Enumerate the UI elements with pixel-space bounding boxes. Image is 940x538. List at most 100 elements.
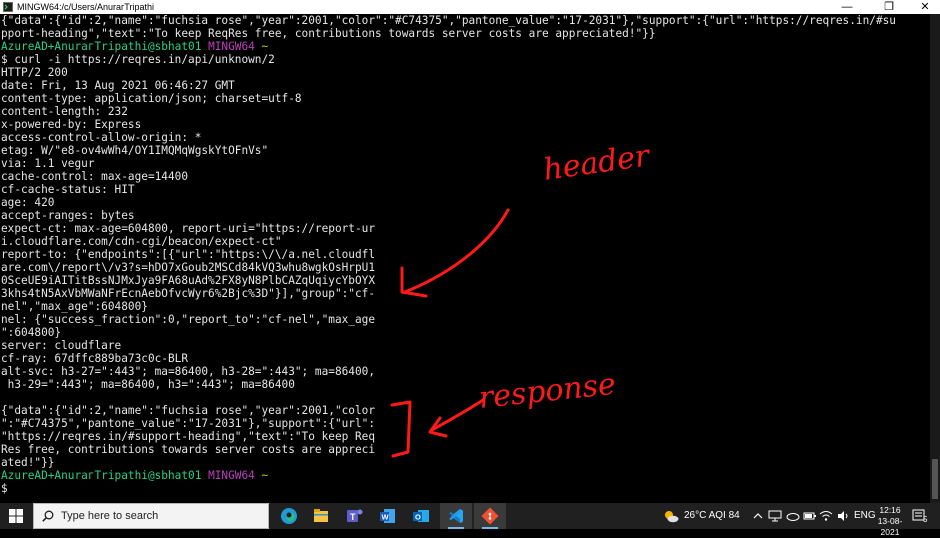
terminal-line: cf-ray: 67dffc889ba73c0c-BLR [1,352,931,365]
terminal-text: cf-ray: 67dffc889ba73c0c-BLR [1,352,189,365]
edge-taskbar-button[interactable] [273,503,305,529]
terminal-line: report-to: {"endpoints":[{"url":"https:\… [1,248,931,261]
terminal-line: cf-cache-status: HIT [1,183,931,196]
terminal-text: content-length: 232 [1,105,128,118]
terminal-text: i.cloudflare.com/cdn-cgi/beacon/expect-c… [1,235,282,248]
terminal-line: Res free, contributions towards server c… [1,443,931,456]
clock-time: 12:16 [879,505,901,515]
terminal-text: MINGW64 [208,469,262,482]
git-bash-taskbar-button[interactable] [474,503,506,529]
word-taskbar-button[interactable]: W [372,503,404,529]
teams-icon: T [347,509,363,522]
terminal-output[interactable]: {"data":{"id":2,"name":"fuchsia rose","y… [0,14,931,503]
vscode-icon [449,509,463,523]
terminal-text: h3-29=":443"; ma=86400, h3=":443"; ma=86… [1,378,295,391]
terminal-line: accept-ranges: bytes [1,209,931,222]
svg-text:O: O [415,513,421,522]
terminal-text: report-to: {"endpoints":[{"url":"https:\… [1,248,376,261]
chevron-up-icon[interactable] [752,511,764,521]
notification-count: 5 [923,515,928,524]
terminal-text: ":"#C74375","pantone_value":"17-2031"},"… [1,417,376,430]
close-button[interactable]: ✕ [910,0,940,14]
search-icon [42,510,54,522]
terminal-text: HTTP/2 200 [1,66,68,79]
terminal-text: access-control-allow-origin: * [1,131,202,144]
scrollbar-thumb[interactable] [932,459,938,499]
terminal-text: AzureAD+AnurагTripathi@sbhat01 [1,469,209,482]
terminal-text: {"data":{"id":2,"name":"fuchsia rose","y… [1,14,896,27]
git-bash-icon [481,507,499,525]
terminal-line: HTTP/2 200 [1,66,931,79]
terminal-line: ":604800} [1,326,931,339]
clock-date: 13-08-2021 [877,516,903,537]
terminal-line: x-powered-by: Express [1,118,931,131]
terminal-line: AzureAD+AnurагTripathi@sbhat01 MINGW64 ~ [1,469,931,482]
vscode-taskbar-button[interactable] [440,503,472,529]
terminal-text: 3khs4tN5AxVbMWaNFrEcnAebOfvcWyr6%2Bjc%3D… [1,287,376,300]
file-explorer-taskbar-button[interactable] [305,503,337,529]
minimize-button[interactable]: — [832,0,862,14]
terminal-text: cache-control: max-age=14400 [1,170,189,183]
terminal-line: nel","max_age":604800} [1,300,931,313]
outlook-icon: O [413,510,429,522]
terminal-line: {"data":{"id":2,"name":"fuchsia rose","y… [1,404,931,417]
terminal-line: ated!"}} [1,456,931,469]
wifi-icon[interactable] [819,510,833,522]
cloud-icon[interactable] [786,510,800,522]
terminal-text: x-powered-by: Express [1,118,142,131]
terminal-text: ~ [261,469,269,482]
terminal-line: content-length: 232 [1,105,931,118]
maximize-button[interactable]: ❐ [874,0,904,14]
terminal-text: expect-ct: max-age=604800, report-uri="h… [1,222,376,235]
terminal-scrollbar[interactable] [930,14,940,503]
terminal-text: content-type: application/json; charset=… [1,92,302,105]
terminal-text: "https://reqres.in/#support-heading","te… [1,430,376,443]
terminal-text: $ curl -i https://reqres.in/api/unknown/… [1,53,275,66]
terminal-line: "https://reqres.in/#support-heading","te… [1,430,931,443]
terminal-text: Res free, contributions towards server c… [1,443,376,456]
teams-taskbar-button[interactable]: T [338,503,370,529]
terminal-line: server: cloudflare [1,339,931,352]
taskbar: Type here to search T W O 26°C AQI 84 EN… [0,503,940,537]
volume-icon[interactable] [837,510,851,522]
terminal-text: nel: {"success_fraction":0,"report_to":"… [1,313,376,326]
terminal-line: nel: {"success_fraction":0,"report_to":"… [1,313,931,326]
terminal-text: etag: W/"e8-ov4wWh4/OY1IMQMqWgskYtOFnVs" [1,144,269,157]
terminal-text: cf-cache-status: HIT [1,183,135,196]
battery-icon[interactable] [803,510,817,522]
terminal-text: ated!"}} [1,456,55,469]
network-icon[interactable] [768,510,782,522]
taskbar-search-box[interactable]: Type here to search [33,503,269,529]
terminal-line: cache-control: max-age=14400 [1,170,931,183]
terminal-line: content-type: application/json; charset=… [1,92,931,105]
terminal-text: 0SceUE9iAITitBssNJMxJya9FA68uAd%2FX8yN8P… [1,274,376,287]
terminal-line: via: 1.1 vegur [1,157,931,170]
window-titlebar: MINGW64:/c/Users/AnurагTripathi — ❐ ✕ [0,0,940,14]
terminal-line: 0SceUE9iAITitBssNJMxJya9FA68uAd%2FX8yN8P… [1,274,931,287]
terminal-text: age: 420 [1,196,55,209]
terminal-line: AzureAD+AnurагTripathi@sbhat01 MINGW64 ~ [1,40,931,53]
terminal-line: $ [1,482,931,495]
svg-text:W: W [382,513,390,522]
weather-readout[interactable]: 26°C AQI 84 [684,503,740,529]
weather-sun-cloud-icon[interactable] [663,509,679,523]
terminal-line: h3-29=":443"; ma=86400, h3=":443"; ma=86… [1,378,931,391]
svg-text:T: T [350,512,356,522]
windows-start-icon[interactable] [9,509,23,523]
terminal-text: ":604800} [1,326,62,339]
terminal-line: {"data":{"id":2,"name":"fuchsia rose","y… [1,14,931,27]
terminal-line: i.cloudflare.com/cdn-cgi/beacon/expect-c… [1,235,931,248]
file-explorer-icon [314,509,328,522]
terminal-text: ~ [261,40,269,53]
terminal-text: accept-ranges: bytes [1,209,135,222]
terminal-line: 3khs4tN5AxVbMWaNFrEcnAebOfvcWyr6%2Bjc%3D… [1,287,931,300]
edge-icon [281,508,297,524]
clock[interactable]: 12:16 13-08-2021 [873,505,907,538]
search-placeholder: Type here to search [61,510,159,522]
window-title: MINGW64:/c/Users/AnurагTripathi [17,2,154,12]
terminal-text: {"data":{"id":2,"name":"fuchsia rose","y… [1,404,376,417]
outlook-taskbar-button[interactable]: O [405,503,437,529]
terminal-line: access-control-allow-origin: * [1,131,931,144]
word-icon: W [380,509,395,523]
